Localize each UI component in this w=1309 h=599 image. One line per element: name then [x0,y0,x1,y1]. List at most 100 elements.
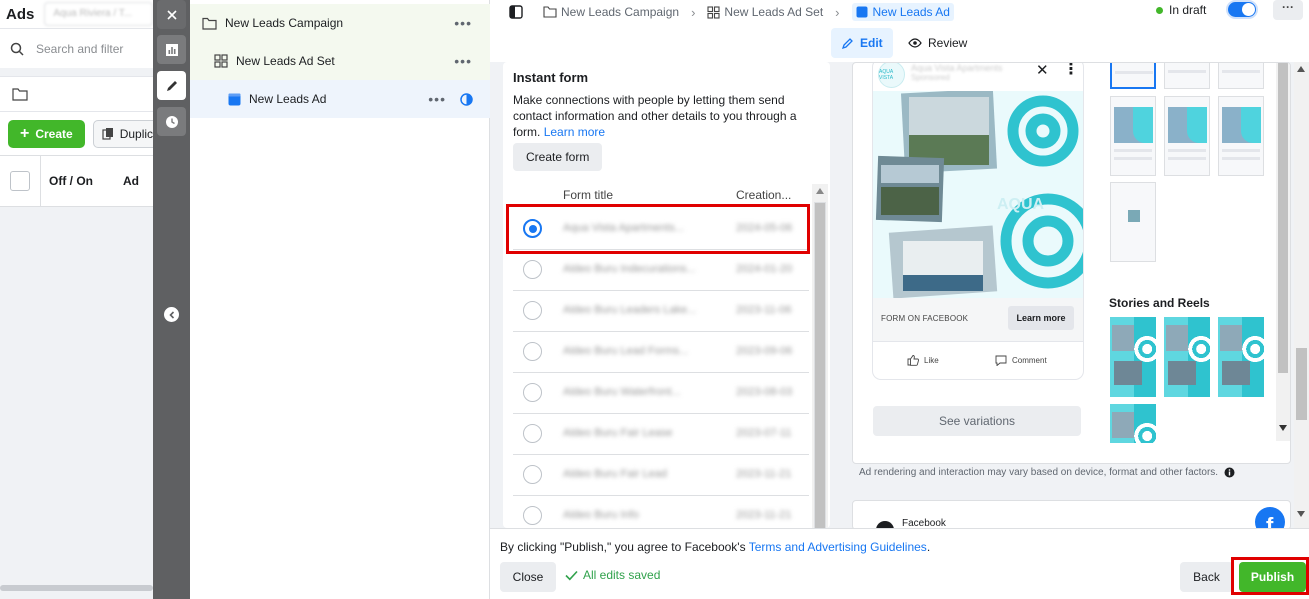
ads-actions: + Create Duplic [0,111,153,155]
placement-thumbnail[interactable] [1218,63,1264,89]
duplicate-button[interactable]: Duplic [92,119,153,148]
main-scrollbar[interactable] [1294,62,1309,528]
create-form-button[interactable]: Create form [513,143,603,171]
breadcrumb-ad-set[interactable]: New Leads Ad Set [707,5,823,19]
scrollbar-thumb[interactable] [1278,63,1288,373]
scroll-down-arrow-icon[interactable] [1279,425,1287,431]
sidebar-toggle-icon[interactable] [509,5,523,19]
tree-item-campaign[interactable]: New Leads Campaign ••• [190,4,490,42]
story-thumbnail[interactable] [1110,317,1156,397]
placement-thumbnail[interactable] [1110,63,1156,89]
placement-facebook-row[interactable]: Facebook f [852,500,1291,530]
form-row[interactable]: Aldeo Buru Leaders Lake... 2023-11-06 [513,290,809,332]
editor-footer: By clicking "Publish," you agree to Face… [490,528,1309,599]
column-off-on[interactable]: Off / On [49,174,93,188]
vertical-dots-icon[interactable]: ⋮ [1063,63,1079,79]
story-thumbnail[interactable] [1110,404,1156,443]
stories-reels-heading: Stories and Reels [1109,296,1210,310]
story-image [1166,325,1188,351]
preview-scrollbar[interactable] [1276,63,1290,441]
toggle-knob [1242,3,1255,16]
breadcrumb-ad[interactable]: New Leads Ad [851,3,954,21]
story-image [1220,325,1242,351]
scrollbar-thumb[interactable] [1296,348,1307,420]
tree-item-ad-set[interactable]: New Leads Ad Set ••• [190,42,490,80]
form-row[interactable]: Aldeo Buru Indecurations... 2024-01-20 [513,249,809,291]
column-divider [40,155,41,207]
collapse-panel-button[interactable] [164,307,179,322]
close-button[interactable]: Close [500,562,556,592]
story-thumbnail[interactable] [1164,317,1210,397]
placement-thumbnail[interactable] [1110,182,1156,262]
info-icon[interactable] [1224,467,1235,478]
folder-icon [12,87,28,101]
ad-set-more-button[interactable]: ••• [454,53,472,69]
form-row[interactable]: Aldeo Buru Fair Lead 2023-11-21 [513,454,809,496]
form-row[interactable]: Aldeo Buru Fair Lease 2023-07-11 [513,413,809,455]
like-button[interactable]: Like [907,355,939,366]
ads-title: Ads [6,5,35,23]
form-radio[interactable] [523,342,542,361]
form-list-scrollbar[interactable] [812,184,828,528]
placement-thumbnail[interactable] [1218,96,1264,176]
column-ad[interactable]: Ad [123,174,139,188]
ad-more-button[interactable]: ••• [428,91,446,107]
tab-edit[interactable]: Edit [831,28,893,58]
form-radio[interactable] [523,506,542,525]
thumbs-up-icon [907,355,919,366]
form-radio[interactable] [523,301,542,320]
cta-caption: FORM ON FACEBOOK [881,314,969,323]
form-radio[interactable] [523,260,542,279]
comment-button[interactable]: Comment [995,355,1047,366]
story-image [1222,361,1250,385]
ad-on-off-toggle[interactable] [1226,0,1258,19]
folder-button[interactable] [0,76,153,111]
terms-link[interactable]: Terms and Advertising Guidelines [749,540,927,554]
scrollbar-thumb[interactable] [814,202,826,528]
form-title-cell: Aldeo Buru Leaders Lake... [563,304,697,316]
form-radio[interactable] [523,424,542,443]
form-row[interactable]: Aldeo Buru Lead Forms... 2023-09-06 [513,331,809,373]
more-options-button[interactable]: ··· [1273,0,1303,20]
form-row[interactable]: Aldeo Buru Info 2023-11-21 [513,495,809,528]
account-selector[interactable]: Aqua Riviera / T... [44,2,153,26]
thumbnail-line [1115,71,1153,74]
search-input[interactable]: Search and filter [0,28,153,68]
reporting-button[interactable] [157,35,186,64]
thumbnail-line [1114,157,1152,160]
learn-more-link[interactable]: Learn more [544,125,605,139]
column-creation-date[interactable]: Creation... [736,188,791,202]
reel-thumbnail[interactable] [1218,317,1264,397]
placement-thumbnail[interactable] [1164,63,1210,89]
like-label: Like [924,356,939,365]
horizontal-scrollbar[interactable] [0,585,153,591]
breadcrumb-campaign[interactable]: New Leads Campaign [543,5,679,19]
campaign-more-button[interactable]: ••• [454,15,472,31]
column-form-title[interactable]: Form title [563,188,613,202]
create-button[interactable]: + Create [8,119,85,148]
see-variations-button[interactable]: See variations [873,406,1081,436]
story-image [1112,325,1134,351]
history-button[interactable] [157,107,186,136]
scroll-up-arrow-icon[interactable] [1297,66,1305,72]
form-radio[interactable] [523,465,542,484]
placement-thumbnail[interactable] [1110,96,1156,176]
placement-thumbnail[interactable] [1164,96,1210,176]
story-wave [1134,317,1156,397]
close-editor-button[interactable] [157,0,186,29]
form-radio[interactable] [523,383,542,402]
status-dot [1156,6,1163,14]
select-all-checkbox[interactable] [10,171,30,191]
edit-mode-button[interactable] [157,71,186,100]
tab-review[interactable]: Review [898,28,977,58]
back-button[interactable]: Back [1180,562,1233,592]
scroll-down-arrow-icon[interactable] [1297,511,1305,517]
form-row[interactable]: Aldeo Buru Waterfront... 2023-08-03 [513,372,809,414]
close-icon[interactable]: ✕ [1036,63,1049,79]
form-date-cell: 2023-08-03 [736,386,793,398]
learn-more-cta-button[interactable]: Learn more [1008,306,1074,330]
tree-item-ad[interactable]: New Leads Ad ••• [190,80,490,118]
scroll-up-arrow-icon[interactable] [816,188,824,194]
feed-preview[interactable]: AQUA VISTA Aqua Vista Apartments Sponsor… [873,63,1083,379]
comment-icon [995,355,1007,366]
